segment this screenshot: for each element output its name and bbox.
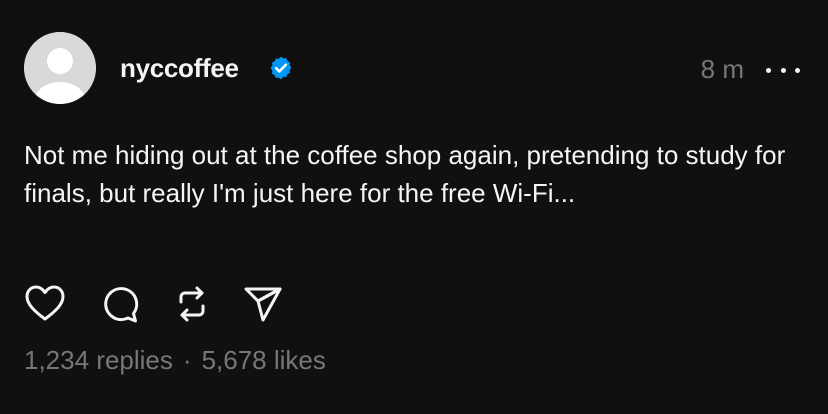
likes-count[interactable]: 5,678 likes (202, 345, 326, 375)
more-dot (766, 67, 771, 73)
heart-icon[interactable] (24, 283, 66, 325)
verified-badge-icon (270, 56, 292, 80)
comment-icon[interactable] (100, 283, 142, 325)
repost-icon[interactable] (171, 283, 213, 325)
more-options-button[interactable] (766, 58, 800, 82)
send-icon[interactable] (242, 283, 284, 325)
thread-post: nyccoffee 8 m Not me hiding out at the c… (0, 0, 828, 414)
username[interactable]: nyccoffee (120, 53, 239, 83)
stats-separator: · (182, 345, 192, 375)
post-stats: 1,234 replies · 5,678 likes (24, 344, 326, 376)
avatar[interactable] (24, 32, 96, 104)
more-dot (780, 67, 786, 73)
more-dot (795, 67, 800, 73)
default-avatar-icon (24, 32, 96, 104)
post-text: Not me hiding out at the coffee shop aga… (24, 140, 786, 208)
replies-count[interactable]: 1,234 replies (24, 345, 173, 375)
post-time: 8 m (700, 54, 744, 84)
